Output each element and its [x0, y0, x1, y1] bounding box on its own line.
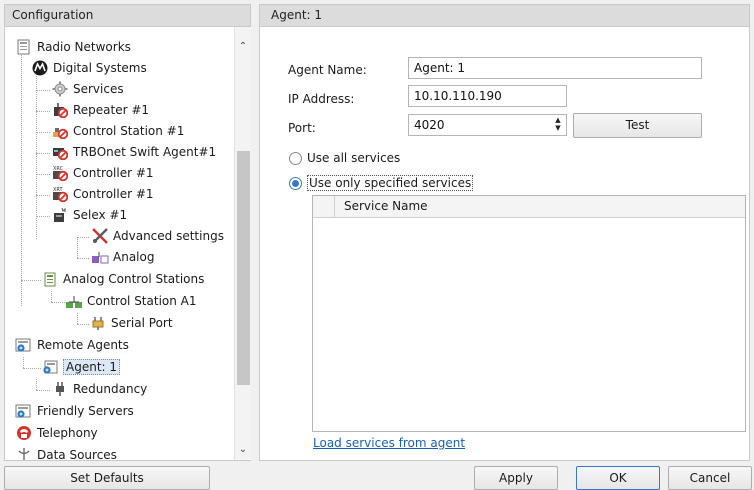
plug-icon: [51, 380, 69, 398]
tree-item-services[interactable]: Services: [51, 78, 124, 99]
radio-checked-icon[interactable]: [289, 176, 302, 190]
tree-item-label: Selex #1: [73, 207, 128, 222]
control-station-disabled-icon: [51, 122, 69, 140]
tree-item-label: Agent: 1: [63, 358, 121, 375]
scroll-up-icon[interactable]: ⌃: [235, 38, 251, 56]
tree-item-label: Controller #1: [73, 165, 154, 180]
tree-item-redundancy[interactable]: Redundancy: [51, 378, 147, 399]
row-header-corner: [313, 196, 335, 217]
tree-item-label: Redundancy: [73, 381, 148, 396]
tree-item-label: Telephony: [37, 425, 98, 440]
configuration-panel: Configuration Radio Networks Digital Sys…: [4, 4, 251, 461]
tree-item-data-sources[interactable]: Data Sources: [15, 444, 117, 460]
tree-item-label: Friendly Servers: [37, 403, 134, 418]
remote-agents-icon: [15, 336, 33, 354]
port-label: Port:: [288, 121, 316, 135]
port-stepper[interactable]: 4020 ▲ ▼: [408, 114, 567, 136]
cancel-button[interactable]: Cancel: [668, 466, 752, 490]
tree-item-control-station-1[interactable]: Control Station #1: [51, 120, 184, 141]
tree-item-remote-agents[interactable]: Remote Agents: [15, 334, 129, 355]
tree-item-telephony[interactable]: Telephony: [15, 422, 98, 443]
tree-item-label: Services: [73, 81, 124, 96]
radio-networks-icon: [15, 38, 33, 56]
agent-header: Agent: 1: [260, 5, 749, 27]
tree-item-label: TRBOnet Swift Agent#1: [73, 144, 217, 159]
tree-item-swift-agent[interactable]: TRBOnet Swift Agent#1: [51, 141, 216, 162]
tree-scrollbar[interactable]: ⌃ ⌄: [234, 27, 251, 460]
tree-item-radio-networks[interactable]: Radio Networks: [15, 36, 131, 57]
scroll-down-icon[interactable]: ⌄: [235, 441, 251, 459]
tree-item-advanced-settings[interactable]: Advanced settings: [91, 225, 224, 246]
repeater-disabled-icon: [51, 101, 69, 119]
swift-agent-disabled-icon: [51, 143, 69, 161]
analog-icon: [91, 248, 109, 266]
use-all-services-option[interactable]: Use all services: [289, 151, 400, 165]
column-service-name[interactable]: Service Name: [335, 196, 428, 217]
agent-name-label: Agent Name:: [288, 63, 367, 77]
port-value: 4020: [414, 118, 445, 132]
services-grid[interactable]: Service Name: [312, 195, 746, 432]
motorola-logo-icon: [31, 59, 49, 77]
test-button[interactable]: Test: [573, 113, 702, 138]
data-sources-icon: [15, 446, 33, 460]
ip-address-field[interactable]: 10.10.110.190: [408, 85, 567, 107]
ok-button[interactable]: OK: [576, 466, 660, 490]
control-station-icon: [65, 292, 83, 310]
tree-item-analog-control-stations[interactable]: Analog Control Stations: [41, 268, 204, 289]
tree-item-label: Controller #1: [73, 186, 154, 201]
load-services-link[interactable]: Load services from agent: [313, 436, 465, 450]
tree-item-label: Analog Control Stations: [63, 271, 205, 286]
tree-item-label: Serial Port: [111, 315, 173, 330]
analog-control-stations-icon: [41, 270, 59, 288]
tree-item-label: Data Sources: [37, 447, 117, 461]
selex-icon: [51, 206, 69, 224]
tree-item-serial-port[interactable]: Serial Port: [89, 312, 173, 333]
tree-item-controller-xrt[interactable]: XRT Controller #1: [51, 183, 154, 204]
tree-item-label: Radio Networks: [37, 39, 131, 54]
tree-item-analog[interactable]: Analog: [91, 246, 154, 267]
xrc-controller-disabled-icon: XRC: [51, 164, 69, 182]
tree-item-label: Analog: [113, 249, 155, 264]
tree-item-repeater[interactable]: Repeater #1: [51, 99, 149, 120]
tree-item-label: Control Station A1: [87, 293, 197, 308]
tree-item-agent-1[interactable]: Agent: 1: [41, 356, 121, 377]
ip-address-label: IP Address:: [288, 92, 355, 106]
configuration-tree: Radio Networks Digital Systems Services …: [5, 27, 233, 460]
configuration-header: Configuration: [5, 5, 250, 27]
tree-item-label: Advanced settings: [113, 228, 224, 243]
tree-item-selex[interactable]: Selex #1: [51, 204, 127, 225]
spin-arrows-icon[interactable]: ▲ ▼: [552, 116, 564, 134]
tree-item-friendly-servers[interactable]: Friendly Servers: [15, 400, 134, 421]
use-specified-services-option[interactable]: Use only specified services: [289, 175, 474, 191]
tree-item-control-station-a1[interactable]: Control Station A1: [65, 290, 197, 311]
use-all-services-label: Use all services: [307, 151, 401, 165]
radio-unchecked-icon[interactable]: [289, 151, 302, 165]
agent-icon: [41, 358, 59, 376]
tree-item-controller-xrc[interactable]: XRC Controller #1: [51, 162, 154, 183]
tree-item-label: Repeater #1: [73, 102, 150, 117]
tree-item-label: Remote Agents: [37, 337, 129, 352]
tools-icon: [91, 227, 109, 245]
tree-item-label: Control Station #1: [73, 123, 185, 138]
set-defaults-button[interactable]: Set Defaults: [4, 466, 210, 490]
telephone-icon: [15, 424, 33, 442]
xrt-controller-disabled-icon: XRT: [51, 185, 69, 203]
apply-button[interactable]: Apply: [474, 466, 558, 490]
tree-item-label: Digital Systems: [53, 60, 147, 75]
agent-settings-panel: Agent: 1 Agent Name: Agent: 1 IP Address…: [259, 4, 750, 461]
scroll-thumb[interactable]: [237, 151, 250, 385]
tree-item-digital-systems[interactable]: Digital Systems: [31, 57, 147, 78]
use-specified-services-label: Use only specified services: [307, 175, 474, 191]
serial-port-icon: [89, 314, 107, 332]
grid-header: Service Name: [313, 196, 745, 218]
gear-icon: [51, 80, 69, 98]
agent-name-field[interactable]: Agent: 1: [408, 57, 702, 79]
friendly-servers-icon: [15, 402, 33, 420]
